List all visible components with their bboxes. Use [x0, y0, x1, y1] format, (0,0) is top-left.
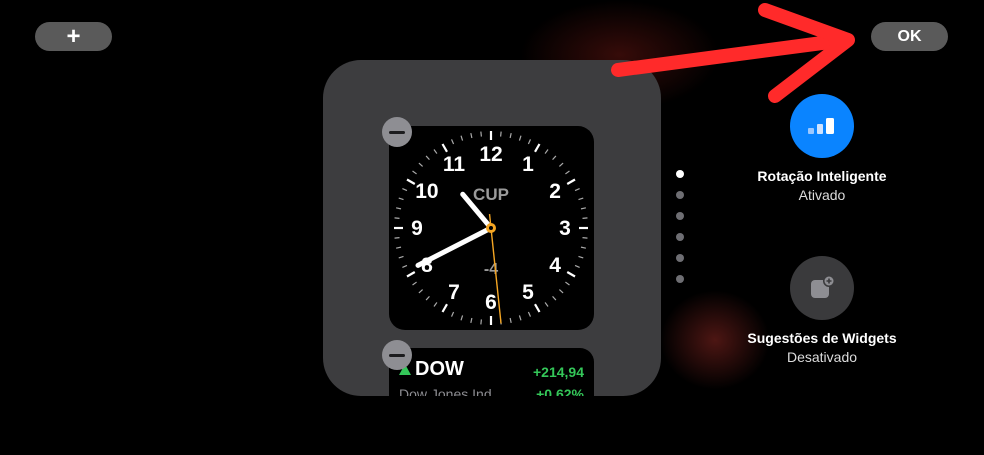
clock-tick [574, 187, 580, 192]
clock-tick [395, 246, 402, 249]
clock-tick [402, 264, 408, 269]
smart-rotation-title: Rotação Inteligente [757, 168, 887, 184]
clock-tick [558, 289, 564, 294]
clock-city: CUP [473, 185, 509, 204]
add-widget-button[interactable]: + [35, 22, 112, 51]
clock-number: 5 [522, 281, 534, 304]
clock-tick [425, 295, 430, 301]
clock-tick [433, 149, 438, 154]
clock-number: 10 [415, 180, 438, 203]
clock-tick [558, 162, 564, 167]
clock-tick [580, 207, 587, 210]
clock-tick [580, 246, 587, 249]
page-indicator[interactable] [676, 170, 686, 296]
smart-rotation-icon[interactable] [790, 94, 854, 158]
clock-number: 9 [411, 217, 423, 240]
clock-tick [566, 271, 576, 278]
clock-tick [534, 303, 541, 313]
stock-name: Dow Jones Ind [399, 386, 492, 396]
widget-stack[interactable]: 12 1 2 3 4 5 6 7 8 9 10 11 CUP -4 DOW +214,94 Dow Jon… [323, 60, 661, 396]
clock-tick [406, 271, 416, 278]
page-dot[interactable] [676, 254, 684, 262]
clock-tick [394, 237, 400, 239]
smart-rotation-status: Ativado [798, 187, 846, 203]
clock-tick [544, 149, 549, 154]
stock-percent: +0,62% [536, 386, 584, 396]
page-dot[interactable] [676, 191, 684, 199]
remove-widget-button[interactable] [382, 117, 412, 147]
remove-widget-button[interactable] [382, 340, 412, 370]
page-dot[interactable] [676, 170, 684, 178]
clock-tick [480, 319, 482, 325]
clock-tick [565, 281, 570, 286]
clock-number: 6 [485, 291, 497, 314]
smart-rotation-toggle[interactable]: Rotação Inteligente Ativado [732, 94, 912, 203]
clock-number: 1 [522, 153, 534, 176]
clock-tick [500, 131, 502, 137]
clock-number: 2 [549, 180, 561, 203]
clock-tick [450, 139, 455, 145]
clock-tick [398, 255, 404, 259]
clock-tick [425, 155, 430, 161]
clock-tick [441, 143, 448, 153]
clock-tick [406, 178, 416, 185]
clock-tick [441, 303, 448, 313]
page-dot[interactable] [676, 233, 684, 241]
clock-tick [534, 143, 541, 153]
clock-tick [518, 135, 522, 141]
clock-tick [566, 178, 576, 185]
clock-tick [582, 237, 588, 239]
stock-change: +214,94 [533, 364, 584, 380]
clock-number: 11 [443, 153, 466, 176]
clock-tick [460, 315, 464, 321]
clock-tick [450, 311, 455, 317]
clock-number: 4 [549, 254, 561, 277]
clock-tick [509, 317, 512, 324]
world-clock-widget[interactable]: 12 1 2 3 4 5 6 7 8 9 10 11 CUP -4 [389, 126, 594, 330]
widget-suggestions-status: Desativado [786, 349, 858, 365]
analog-clock-face: 12 1234567891011CUP-4 [394, 131, 588, 325]
page-dot[interactable] [676, 275, 684, 283]
clock-tick [412, 281, 417, 286]
clock-tick [518, 315, 522, 321]
clock-tick [470, 132, 473, 139]
clock-tick [470, 317, 473, 324]
minute-hand [415, 225, 494, 268]
clock-tick [418, 289, 424, 294]
clock-tick [527, 311, 532, 317]
clock-tick [582, 217, 588, 219]
clock-number: 3 [559, 217, 571, 240]
clock-tick [509, 132, 512, 139]
clock-tick [544, 302, 549, 307]
clock-tick [418, 162, 424, 167]
widget-suggestions-icon[interactable] [790, 256, 854, 320]
clock-tick [578, 197, 584, 201]
clock-number: 7 [448, 281, 460, 304]
widget-suggestions-toggle[interactable]: Sugestões de Widgets Desativado [732, 256, 912, 365]
clock-tick [527, 139, 532, 145]
clock-tick [433, 302, 438, 307]
clock-tick [395, 207, 402, 210]
widget-suggestions-title: Sugestões de Widgets [747, 330, 897, 346]
clock-tick [398, 197, 404, 201]
clock-number: 12 [479, 143, 502, 166]
clock-tick [402, 187, 408, 192]
ok-button[interactable]: OK [871, 22, 948, 51]
clock-tick [552, 155, 557, 161]
clock-tick [412, 170, 417, 175]
clock-tick [552, 295, 557, 301]
clock-tick [394, 217, 400, 219]
clock-tick [480, 131, 482, 137]
clock-tick [574, 264, 580, 269]
clock-tick [565, 170, 570, 175]
stocks-widget[interactable]: DOW +214,94 Dow Jones Ind +0,62% [389, 348, 594, 396]
page-dot[interactable] [676, 212, 684, 220]
clock-tick [578, 255, 584, 259]
clock-center-dot [489, 226, 493, 230]
clock-tick [460, 135, 464, 141]
